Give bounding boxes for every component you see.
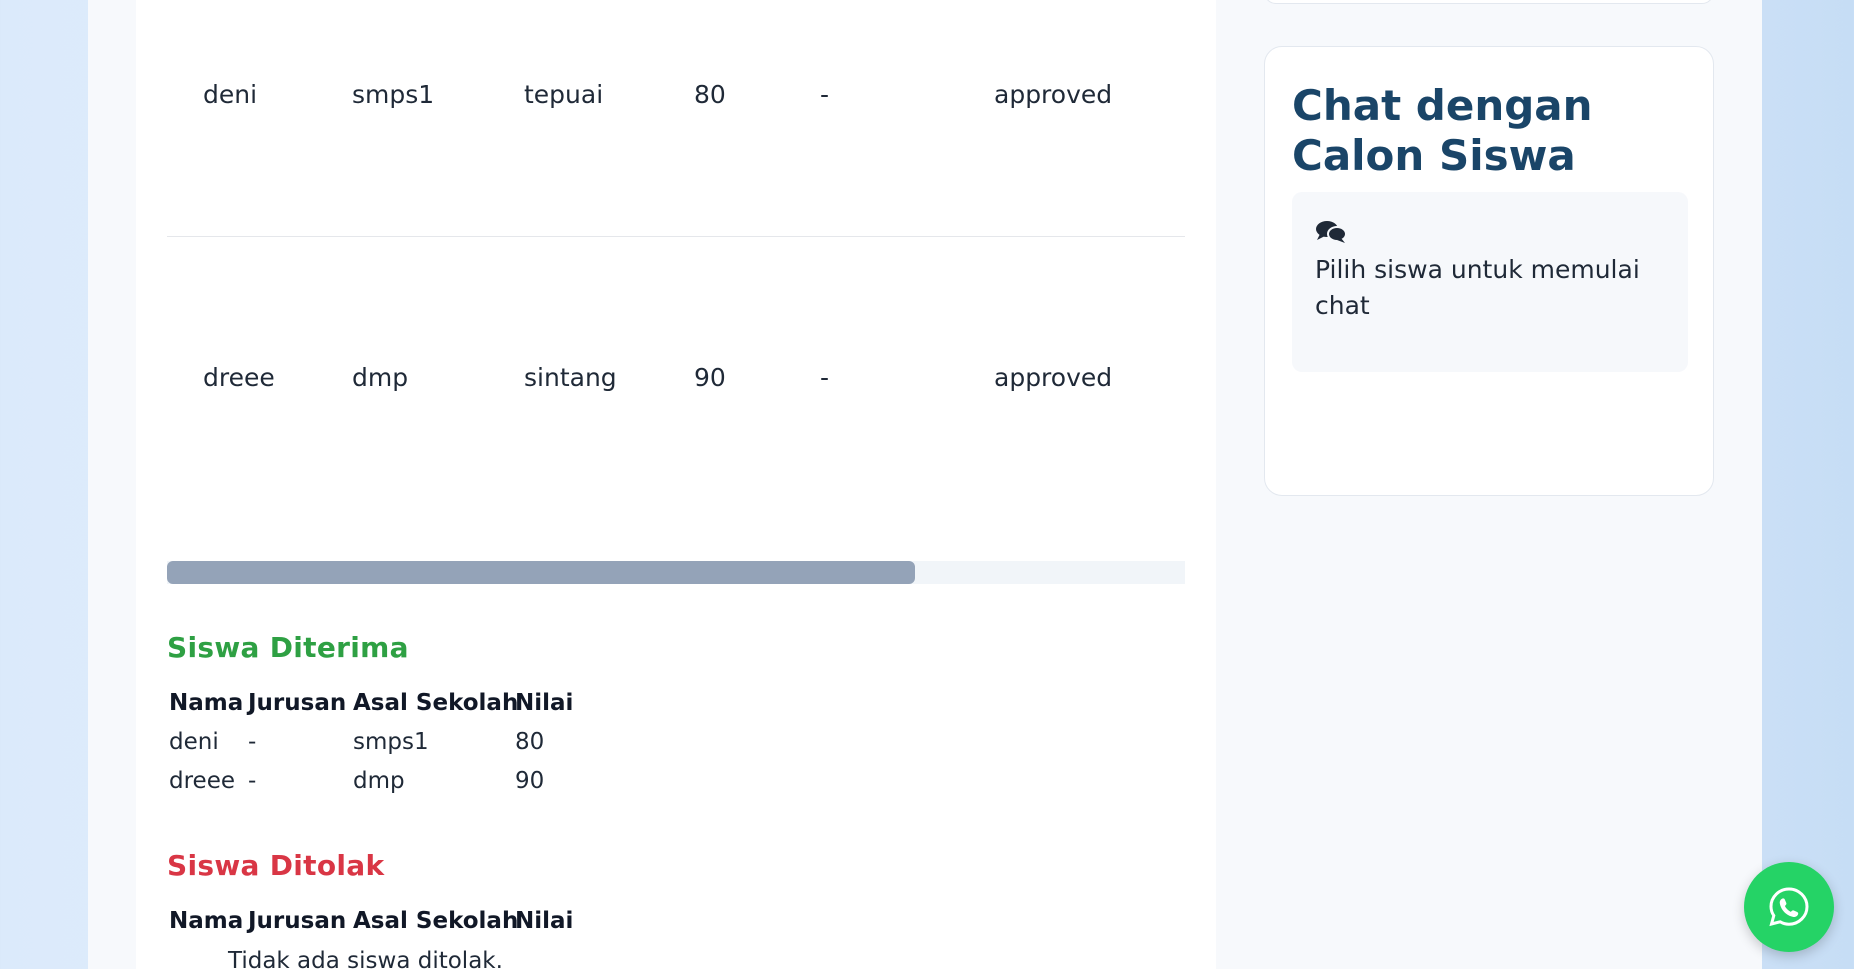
cell-nama: deni xyxy=(203,80,258,109)
applicants-table: deni smps1 tepuai 80 - approved dreee dm… xyxy=(167,0,1185,474)
cell-asal-sekolah: tepuai xyxy=(524,80,604,109)
cell-status: approved xyxy=(994,363,1113,392)
scrollbar-thumb[interactable] xyxy=(167,561,915,584)
sidebar-card-top xyxy=(1264,0,1714,4)
chat-card: Chat dengan Calon Siswa Pilih siswa untu… xyxy=(1264,46,1714,496)
table-row[interactable]: dreee dmp sintang 90 - approved xyxy=(167,237,1185,474)
header-asal-sekolah: Asal Sekolah xyxy=(353,690,519,716)
accepted-section-title: Siswa Diterima xyxy=(167,631,409,664)
whatsapp-icon xyxy=(1769,887,1809,927)
header-nilai: Nilai xyxy=(515,690,574,716)
header-nama: Nama xyxy=(169,690,244,716)
empty-rejected-message: Tidak ada siswa ditolak. xyxy=(228,948,503,969)
cell-jurusan: - xyxy=(248,729,257,755)
horizontal-scrollbar[interactable] xyxy=(167,561,1185,584)
whatsapp-button[interactable] xyxy=(1744,862,1834,952)
cell-jurusan: - xyxy=(248,768,257,794)
cell-nama: dreee xyxy=(203,363,275,392)
header-jurusan: Jurusan xyxy=(248,908,347,934)
cell-jurusan: dmp xyxy=(352,363,409,392)
rejected-section-title: Siswa Ditolak xyxy=(167,849,385,882)
comments-icon xyxy=(1316,221,1347,243)
cell-nama: deni xyxy=(169,729,219,755)
table-row[interactable]: deni smps1 tepuai 80 - approved xyxy=(167,0,1185,237)
chat-title: Chat dengan Calon Siswa xyxy=(1292,81,1593,180)
cell-keterangan: - xyxy=(820,80,830,109)
header-nilai: Nilai xyxy=(515,908,574,934)
cell-nama: dreee xyxy=(169,768,236,794)
header-jurusan: Jurusan xyxy=(248,690,347,716)
header-nama: Nama xyxy=(169,908,244,934)
chat-empty-state: Pilih siswa untuk memulai chat xyxy=(1292,192,1688,372)
chat-empty-message: Pilih siswa untuk memulai chat xyxy=(1315,255,1640,320)
cell-nilai: 90 xyxy=(694,363,726,392)
cell-status: approved xyxy=(994,80,1113,109)
cell-asal-sekolah: sintang xyxy=(524,363,617,392)
cell-asal-sekolah: smps1 xyxy=(353,729,429,755)
cell-nilai: 80 xyxy=(515,729,545,755)
cell-jurusan: smps1 xyxy=(352,80,435,109)
cell-nilai: 90 xyxy=(515,768,545,794)
cell-asal-sekolah: dmp xyxy=(353,768,405,794)
cell-keterangan: - xyxy=(820,363,830,392)
cell-nilai: 80 xyxy=(694,80,726,109)
header-asal-sekolah: Asal Sekolah xyxy=(353,908,519,934)
